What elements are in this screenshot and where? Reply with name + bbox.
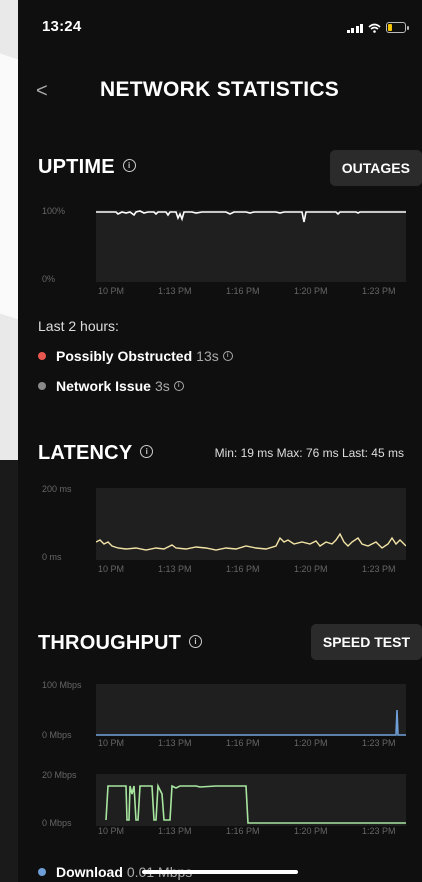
download-line — [96, 709, 406, 736]
status-time: 13:24 — [42, 18, 82, 35]
uptime-y-top: 100% — [42, 206, 66, 216]
status-bar: 13:24 — [18, 0, 422, 36]
event-value: 3s — [154, 378, 170, 394]
speed-test-button[interactable]: SPEED TEST — [310, 624, 422, 660]
event-dot-red — [38, 352, 46, 361]
uptime-x-1: 1:13 PM — [158, 286, 192, 296]
download-x-0: 10 PM — [98, 738, 125, 748]
latency-y-top: 200 ms — [42, 484, 72, 494]
uptime-line — [96, 210, 406, 223]
event-info-icon[interactable]: i — [173, 381, 184, 392]
status-icons — [346, 22, 409, 33]
uptime-x-4: 1:23 PM — [362, 286, 396, 296]
latency-stats: Min: 19 ms Max: 76 ms Last: 45 ms — [214, 446, 404, 460]
throughput-heading: THROUGHPUT i — [38, 632, 203, 655]
event-info-icon[interactable]: i — [222, 351, 233, 362]
uptime-title: UPTIME — [38, 156, 115, 178]
back-button[interactable]: < — [36, 80, 48, 103]
battery-icon — [386, 22, 409, 33]
upload-chart: 20 Mbps 0 Mbps 10 PM 1:13 PM 1:16 PM 1:2… — [18, 766, 422, 846]
latency-line — [96, 532, 406, 551]
event-possibly-obstructed[interactable]: Possibly Obstructed 13s i — [38, 348, 233, 364]
latency-x-3: 1:20 PM — [294, 564, 328, 574]
download-chart: 100 Mbps 0 Mbps 10 PM 1:13 PM 1:16 PM 1:… — [18, 676, 422, 756]
upload-line — [105, 782, 406, 824]
home-indicator[interactable] — [142, 870, 298, 874]
download-dot — [38, 868, 46, 877]
latency-x-4: 1:23 PM — [362, 564, 396, 574]
event-name: Network Issue — [56, 378, 151, 394]
latency-chart: 200 ms 0 ms 10 PM 1:13 PM 1:16 PM 1:20 P… — [18, 478, 422, 578]
download-x-4: 1:23 PM — [362, 738, 396, 748]
signal-icon — [346, 23, 363, 33]
download-x-3: 1:20 PM — [294, 738, 328, 748]
latency-heading: LATENCY i — [38, 442, 154, 465]
download-x-1: 1:13 PM — [158, 738, 192, 748]
download-y-bottom: 0 Mbps — [42, 730, 72, 740]
uptime-info-icon[interactable]: i — [122, 159, 136, 173]
event-network-issue[interactable]: Network Issue 3s i — [38, 378, 184, 394]
phone-screen: 13:24 < NETWORK STATISTICS UPTIME i OUTAG… — [18, 0, 422, 882]
upload-x-1: 1:13 PM — [158, 826, 192, 836]
uptime-x-0: 10 PM — [98, 286, 125, 296]
latency-y-bottom: 0 ms — [42, 552, 62, 562]
event-value: 13s — [196, 348, 219, 364]
uptime-x-2: 1:16 PM — [226, 286, 260, 296]
background-panel — [0, 460, 18, 882]
throughput-title: THROUGHPUT — [38, 632, 182, 654]
download-y-top: 100 Mbps — [42, 680, 82, 690]
upload-y-top: 20 Mbps — [42, 770, 77, 780]
upload-x-2: 1:16 PM — [226, 826, 260, 836]
latency-info-icon[interactable]: i — [140, 445, 154, 459]
page-title: NETWORK STATISTICS — [100, 78, 340, 101]
latency-x-1: 1:13 PM — [158, 564, 192, 574]
uptime-summary-label: Last 2 hours: — [38, 318, 119, 334]
uptime-chart: 100% 0% 10 PM 1:13 PM 1:16 PM 1:20 PM 1:… — [18, 196, 422, 306]
upload-x-3: 1:20 PM — [294, 826, 328, 836]
uptime-heading: UPTIME i — [38, 156, 136, 179]
throughput-info-icon[interactable]: i — [189, 635, 203, 649]
upload-y-bottom: 0 Mbps — [42, 818, 72, 828]
event-name: Possibly Obstructed — [56, 348, 193, 364]
event-dot-gray — [38, 382, 46, 391]
latency-x-2: 1:16 PM — [226, 564, 260, 574]
upload-x-4: 1:23 PM — [362, 826, 396, 836]
download-legend-name: Download — [56, 864, 123, 880]
wifi-icon — [368, 23, 381, 33]
upload-x-0: 10 PM — [98, 826, 125, 836]
uptime-x-3: 1:20 PM — [294, 286, 328, 296]
uptime-y-bottom: 0% — [42, 274, 56, 284]
outages-button[interactable]: OUTAGES — [329, 150, 422, 186]
latency-x-0: 10 PM — [98, 564, 125, 574]
download-x-2: 1:16 PM — [226, 738, 260, 748]
latency-title: LATENCY — [38, 442, 133, 464]
